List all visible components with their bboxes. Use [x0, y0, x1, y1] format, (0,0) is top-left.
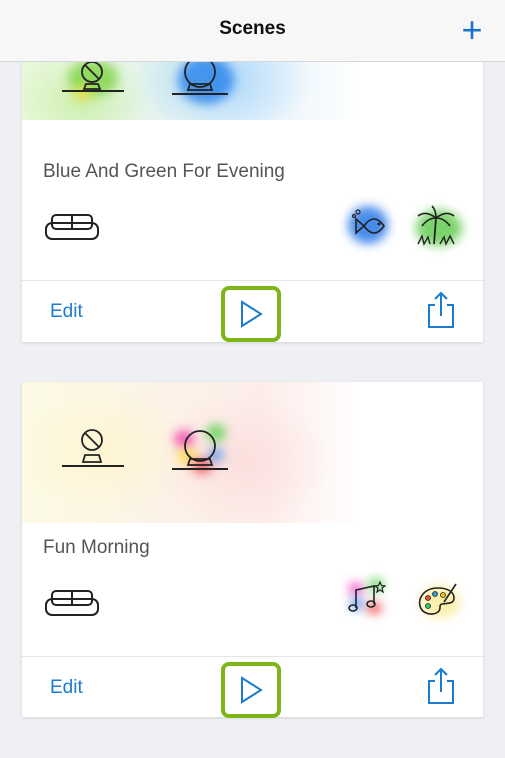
scene-banner [22, 382, 483, 523]
top-bar: Scenes + [0, 0, 505, 62]
add-scene-button[interactable]: + [457, 12, 487, 48]
divider [22, 280, 483, 281]
palette-icon [418, 583, 457, 615]
play-icon [241, 300, 263, 328]
share-button[interactable] [426, 667, 456, 712]
scene-name: Blue And Green For Evening [43, 161, 285, 182]
globe-lamp-icon [172, 430, 228, 470]
play-icon [241, 676, 263, 704]
plus-icon: + [461, 9, 483, 50]
scene-name: Fun Morning [43, 537, 150, 558]
share-icon [428, 667, 454, 704]
share-button[interactable] [426, 291, 456, 336]
scene-card[interactable]: Blue And Green For Evening Edit [22, 20, 483, 342]
sofa-icon [45, 590, 99, 616]
fish-icon [351, 209, 385, 235]
music-notes-icon [348, 580, 386, 612]
palm-tree-icon [417, 205, 455, 246]
play-scene-button[interactable] [221, 286, 281, 342]
divider [22, 656, 483, 657]
play-scene-button[interactable] [221, 662, 281, 718]
sofa-icon [45, 214, 99, 240]
page-title: Scenes [219, 18, 286, 39]
share-icon [428, 291, 454, 328]
scene-card[interactable]: Fun Morning Edit [22, 382, 483, 718]
edit-button[interactable]: Edit [50, 677, 83, 699]
edit-button[interactable]: Edit [50, 301, 83, 323]
wall-lamp-icon [62, 429, 124, 467]
